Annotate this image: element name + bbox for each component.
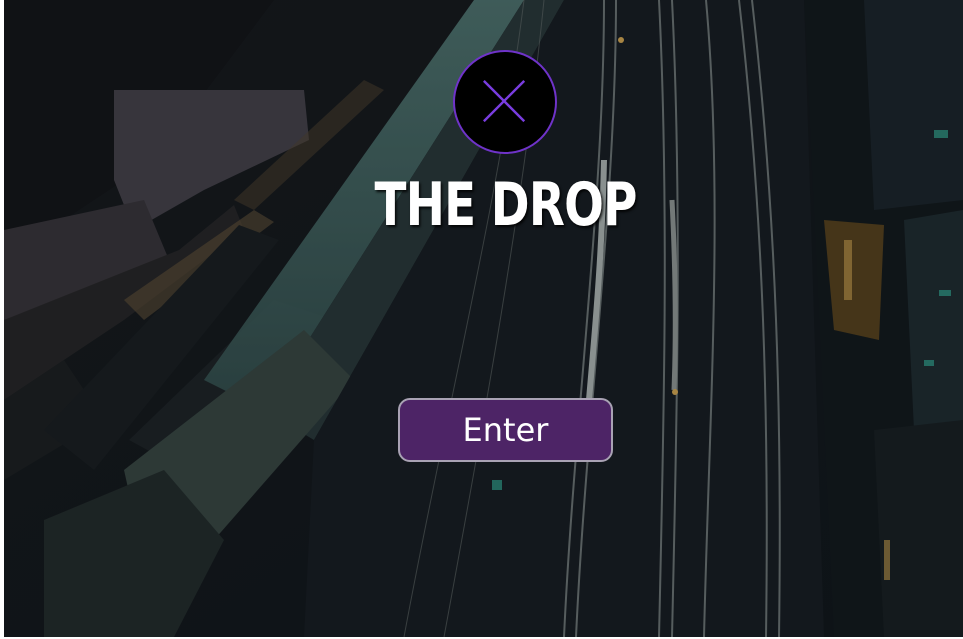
x-close-icon (482, 79, 526, 123)
enter-button[interactable]: Enter (398, 398, 613, 462)
logo-badge (453, 50, 557, 154)
page-title: THE DROP (374, 170, 638, 240)
landing-page: THE DROP Enter (4, 0, 963, 637)
